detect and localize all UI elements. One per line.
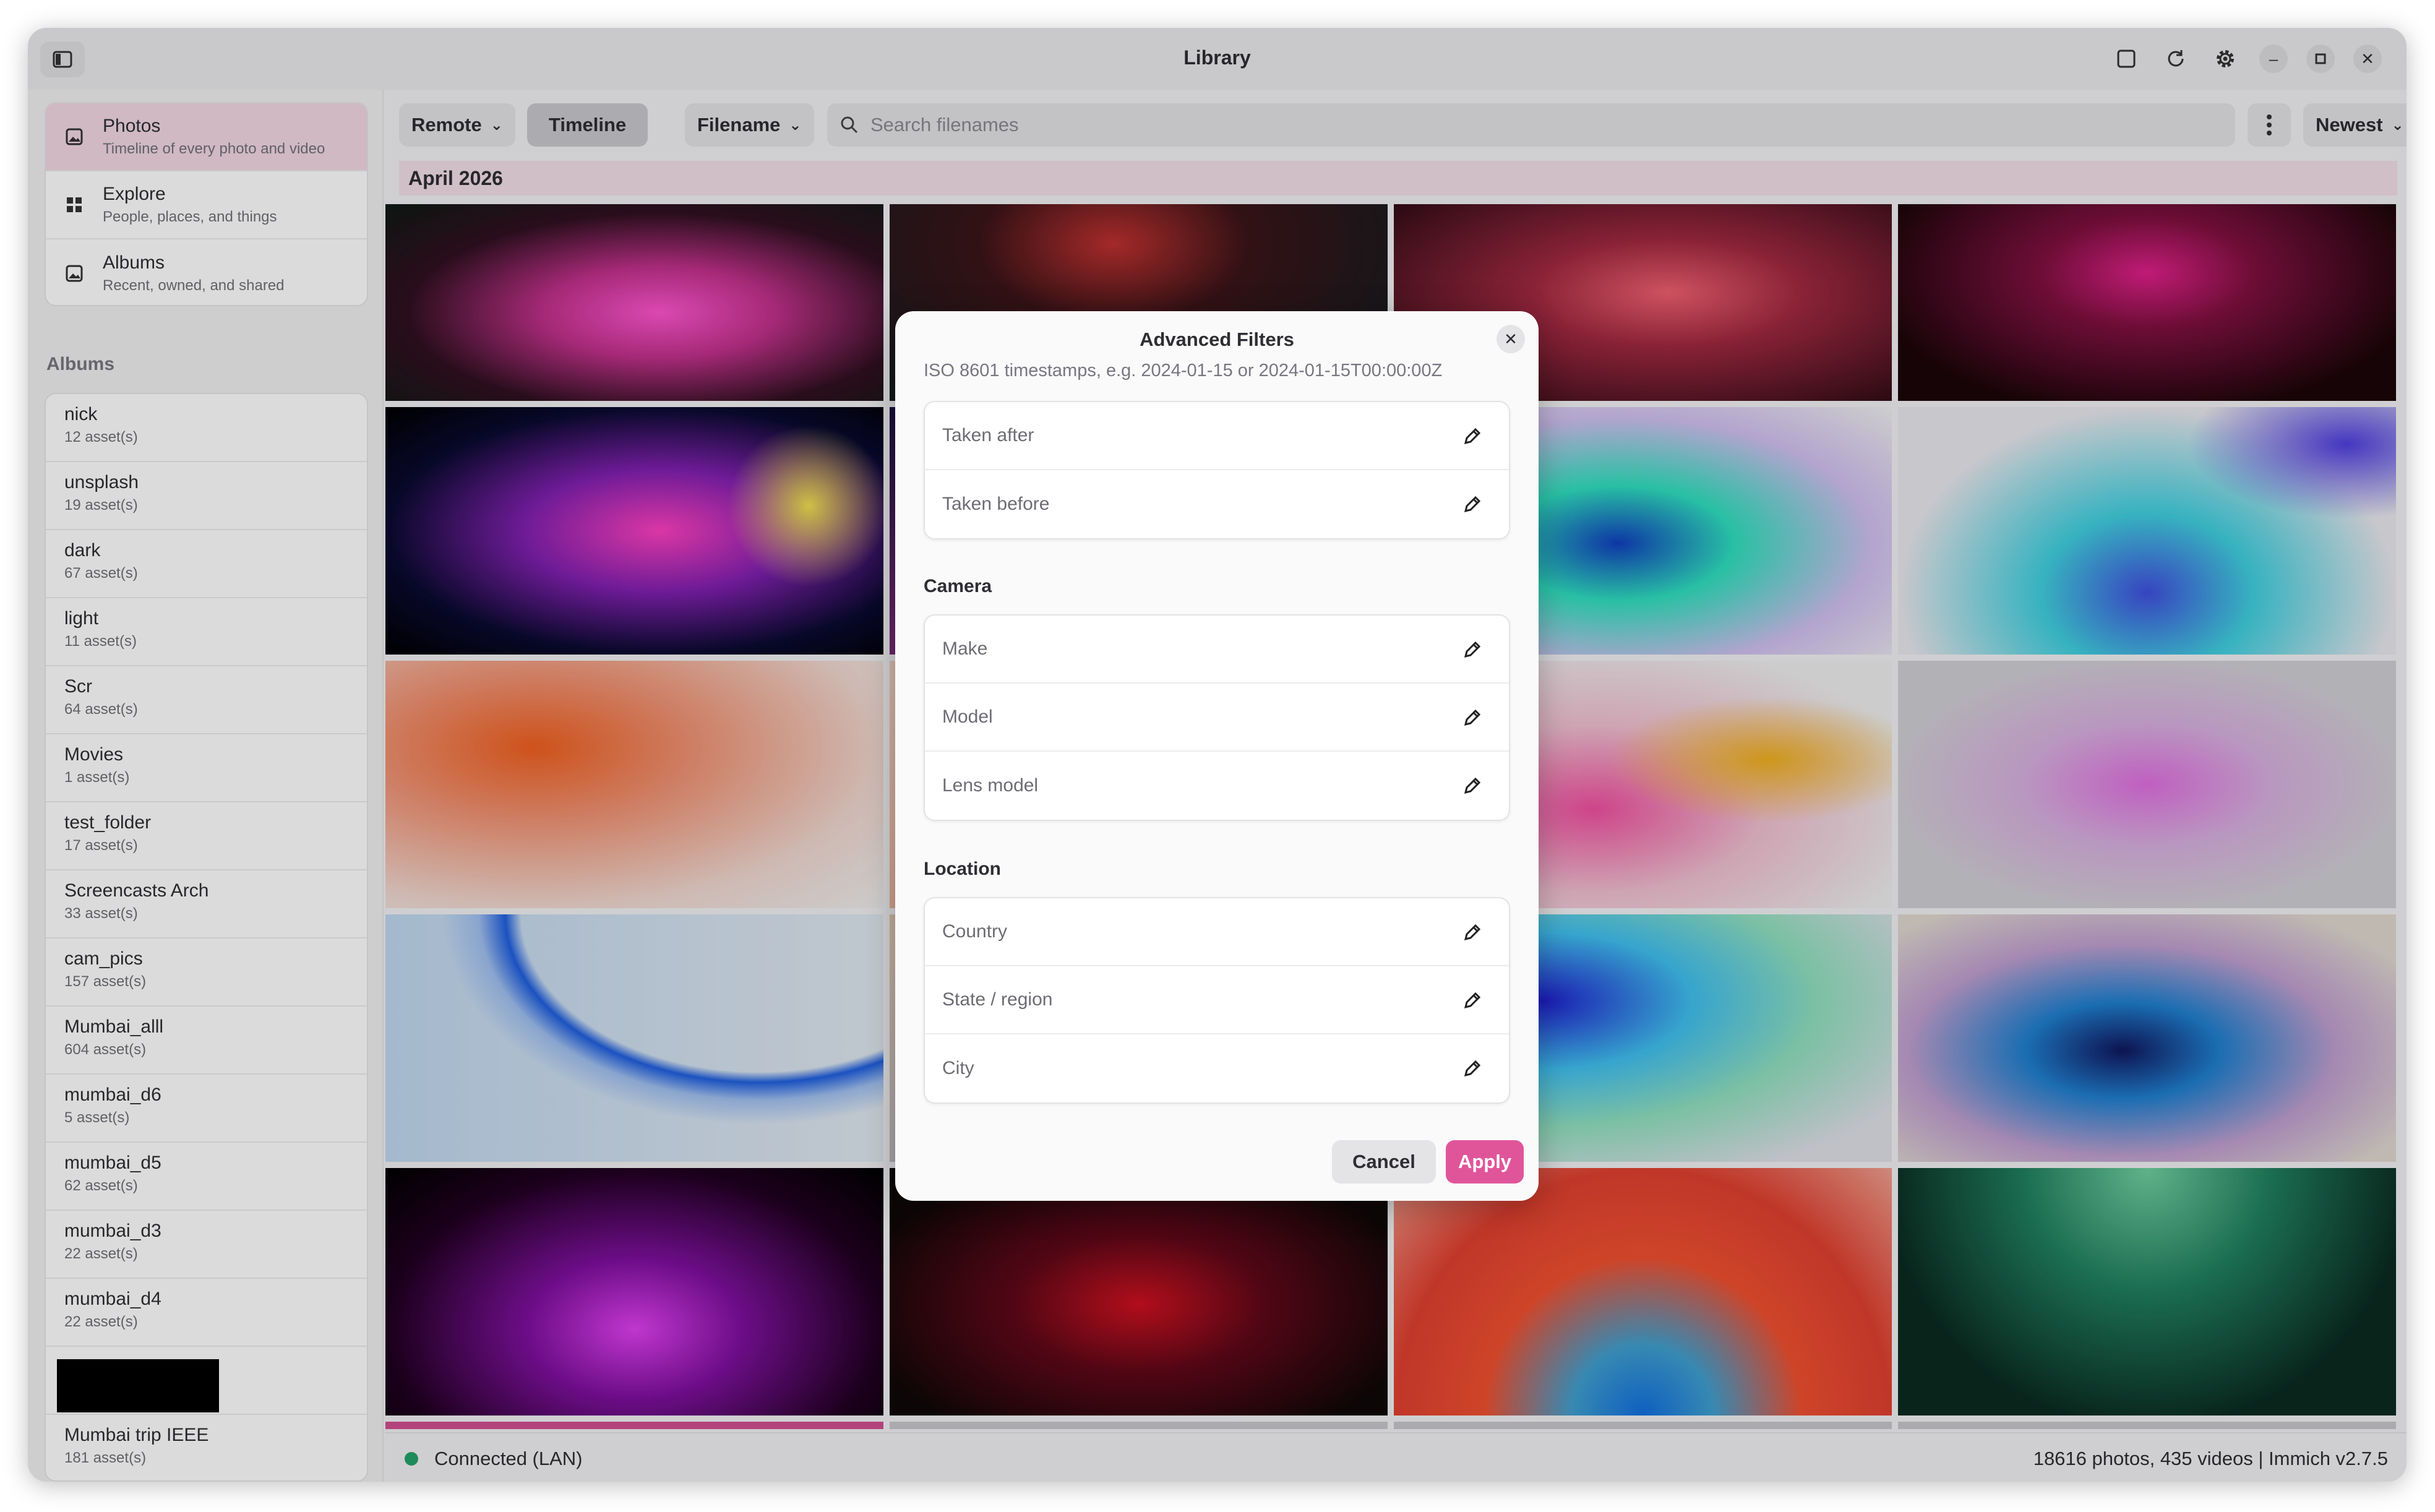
apply-button[interactable]: Apply (1446, 1140, 1524, 1183)
dialog-title: Advanced Filters (1140, 329, 1294, 350)
pencil-icon[interactable] (1462, 990, 1483, 1011)
taken-before-field[interactable]: Taken before (925, 470, 1509, 538)
close-icon: ✕ (1504, 329, 1518, 348)
country-field[interactable]: Country (925, 898, 1509, 966)
pencil-icon[interactable] (1462, 494, 1483, 515)
model-field[interactable]: Model (925, 684, 1509, 752)
lens-model-field[interactable]: Lens model (925, 752, 1509, 820)
pencil-icon[interactable] (1462, 707, 1483, 728)
field-label: Country (942, 921, 1008, 942)
pencil-icon[interactable] (1462, 639, 1483, 660)
taken-after-field[interactable]: Taken after (925, 402, 1509, 470)
location-fields-card: Country State / region City (924, 897, 1510, 1104)
date-format-hint: ISO 8601 timestamps, e.g. 2024-01-15 or … (924, 361, 1443, 380)
date-fields-card: Taken after Taken before (924, 401, 1510, 539)
field-label: State / region (942, 989, 1053, 1010)
field-label: City (942, 1058, 974, 1078)
pencil-icon[interactable] (1462, 775, 1483, 796)
camera-section-heading: Camera (924, 576, 992, 596)
camera-fields-card: Make Model Lens model (924, 614, 1510, 821)
field-label: Model (942, 707, 993, 727)
pencil-icon[interactable] (1462, 922, 1483, 943)
city-field[interactable]: City (925, 1034, 1509, 1102)
advanced-filters-dialog: Advanced Filters ✕ ISO 8601 timestamps, … (895, 311, 1539, 1201)
field-label: Taken before (942, 494, 1050, 514)
dialog-close-button[interactable]: ✕ (1497, 325, 1525, 353)
field-label: Make (942, 638, 988, 659)
location-section-heading: Location (924, 859, 1001, 879)
pencil-icon[interactable] (1462, 426, 1483, 447)
state-region-field[interactable]: State / region (925, 966, 1509, 1034)
make-field[interactable]: Make (925, 616, 1509, 684)
field-label: Taken after (942, 425, 1034, 445)
field-label: Lens model (942, 775, 1039, 796)
cancel-button[interactable]: Cancel (1332, 1140, 1436, 1183)
pencil-icon[interactable] (1462, 1058, 1483, 1079)
